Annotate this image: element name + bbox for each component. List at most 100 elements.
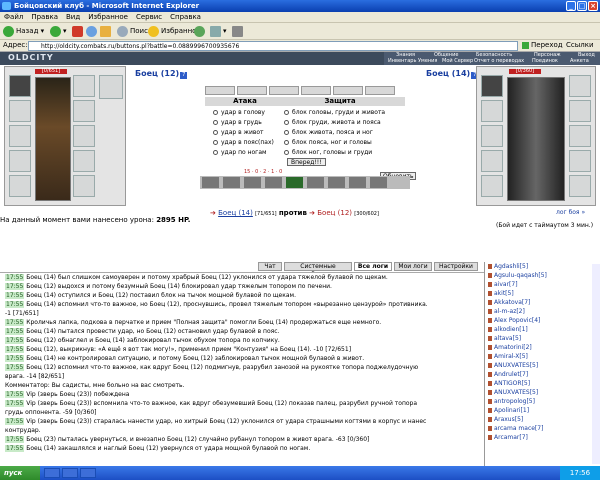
taskbar-app-icon[interactable]	[44, 468, 60, 478]
right-helmet-slot[interactable]	[481, 75, 503, 97]
spell-tab-2[interactable]	[237, 86, 267, 95]
address-input[interactable]: http://oldcity.combats.ru/buttons.pl?bat…	[28, 41, 518, 51]
user-name[interactable]: Agdashli[5]	[494, 263, 528, 270]
right-ring-slot[interactable]	[569, 100, 591, 122]
right-gloves-slot[interactable]	[569, 125, 591, 147]
minimize-button[interactable]: _	[566, 1, 576, 11]
nav-inventory[interactable]: Инвентарь	[388, 58, 416, 64]
media-button[interactable]	[194, 25, 207, 38]
mail-button[interactable]: ▾	[210, 25, 227, 38]
user-name[interactable]: Andrulet[7]	[494, 371, 528, 378]
skill-icon[interactable]	[370, 177, 387, 188]
user-name[interactable]: ANUXVATES[5]	[494, 389, 538, 396]
skill-icon[interactable]	[349, 177, 366, 188]
right-earring-slot[interactable]	[569, 75, 591, 97]
user-list-item[interactable]: Agdashli[5]	[485, 262, 600, 271]
user-list-item[interactable]: Akkatova[7]	[485, 298, 600, 307]
gloves-slot[interactable]	[73, 125, 95, 147]
skill-icon[interactable]	[244, 177, 261, 188]
favorites-button[interactable]: Избранное	[148, 25, 201, 38]
menu-view[interactable]: Вид	[62, 12, 84, 22]
defense-2-radio[interactable]: блок груди, живота и пояса	[284, 119, 381, 127]
spell-tab-1[interactable]	[205, 86, 235, 95]
right-boots-slot[interactable]	[569, 175, 591, 197]
user-list-item[interactable]: ANUXVATES[5]	[485, 388, 600, 397]
user-list-item[interactable]: Amatorini[2]	[485, 343, 600, 352]
user-list-item[interactable]: akit[5]	[485, 289, 600, 298]
close-button[interactable]: ×	[588, 1, 598, 11]
nav-my-server[interactable]: Мой Сервер	[442, 58, 473, 64]
user-list-item[interactable]: Andrulet[7]	[485, 370, 600, 379]
right-weapon-slot[interactable]	[481, 125, 503, 147]
left-opponent-link[interactable]: Боец (14)	[218, 209, 253, 217]
user-name[interactable]: Arcamar[7]	[494, 434, 528, 441]
right-armor-slot[interactable]	[481, 150, 503, 172]
user-list-item[interactable]: ANTIGOR[5]	[485, 379, 600, 388]
user-name[interactable]: Alex Popovic[4]	[494, 317, 540, 324]
user-list-item[interactable]: Alex Popovic[4]	[485, 316, 600, 325]
tab-my-logs[interactable]: Мои логи	[394, 262, 432, 271]
user-name[interactable]: Akkatova[7]	[494, 299, 530, 306]
stop-button[interactable]	[72, 25, 85, 38]
skill-icon[interactable]	[265, 177, 282, 188]
attack-groin-radio[interactable]: удар в пояс(пах)	[213, 139, 274, 147]
user-list-item[interactable]: al-m-az[2]	[485, 307, 600, 316]
links-button[interactable]: Ссылки	[566, 41, 594, 49]
nav-transfers[interactable]: Отчет о переводах	[474, 58, 524, 64]
user-list-item[interactable]: arcama mace[7]	[485, 424, 600, 433]
attack-stomach-radio[interactable]: удар в живот	[213, 129, 264, 137]
skill-icon[interactable]	[202, 177, 219, 188]
right-player-name[interactable]: Боец (14) 7	[426, 69, 479, 79]
tab-all-logs[interactable]: Все логи	[354, 262, 392, 271]
forward-button[interactable]: Вперед!!!	[287, 158, 326, 166]
user-list-item[interactable]: antropolog[5]	[485, 397, 600, 406]
skill-icon[interactable]	[223, 177, 240, 188]
user-list-item[interactable]: alkodien[1]	[485, 325, 600, 334]
user-name[interactable]: aivar[7]	[494, 281, 518, 288]
user-name[interactable]: Agsulu-qaqash[5]	[494, 272, 547, 279]
skill-icon[interactable]	[286, 177, 303, 188]
user-name[interactable]: akit[5]	[494, 290, 514, 297]
user-name[interactable]: alkodien[1]	[494, 326, 528, 333]
shield-slot[interactable]	[73, 150, 95, 172]
pet-slot[interactable]	[99, 75, 123, 99]
user-list-scrollbar[interactable]	[592, 264, 600, 464]
right-opponent-link[interactable]: Боец (12)	[317, 209, 352, 217]
spell-tab-4[interactable]	[301, 86, 331, 95]
user-name[interactable]: Apolinari[1]	[494, 407, 529, 414]
user-name[interactable]: Amatorini[2]	[494, 344, 532, 351]
user-list-item[interactable]: altava[5]	[485, 334, 600, 343]
user-name[interactable]: ANUXVATES[5]	[494, 362, 538, 369]
print-button[interactable]	[232, 25, 245, 38]
user-list-item[interactable]: aivar[7]	[485, 280, 600, 289]
ring-slot[interactable]	[73, 100, 95, 122]
menu-tools[interactable]: Сервис	[132, 12, 166, 22]
user-name[interactable]: antropolog[5]	[494, 398, 535, 405]
helmet-slot[interactable]	[9, 75, 31, 97]
forward-button[interactable]: ▾	[50, 25, 67, 38]
menu-edit[interactable]: Правка	[27, 12, 62, 22]
user-name[interactable]: arcama mace[7]	[494, 425, 543, 432]
back-button[interactable]: Назад ▾	[3, 25, 44, 38]
nav-duel[interactable]: Поединок	[532, 58, 558, 64]
spell-tab-5[interactable]	[333, 86, 363, 95]
tab-chat[interactable]: Чат	[258, 262, 282, 271]
user-list-item[interactable]: ANUXVATES[5]	[485, 361, 600, 370]
defense-4-radio[interactable]: блок пояса, ног и головы	[284, 139, 372, 147]
nav-profile[interactable]: Анкета	[570, 58, 589, 64]
battle-log-link[interactable]: лог боя »	[556, 209, 585, 216]
user-name[interactable]: al-m-az[2]	[494, 308, 525, 315]
defense-5-radio[interactable]: блок ног, головы и груди	[284, 149, 372, 157]
user-name[interactable]: Amiral-X[5]	[494, 353, 528, 360]
menu-file[interactable]: Файл	[0, 12, 27, 22]
right-belt-slot[interactable]	[481, 175, 503, 197]
armor-slot[interactable]	[9, 150, 31, 172]
right-shield-slot[interactable]	[569, 150, 591, 172]
attack-legs-radio[interactable]: удар по ногам	[213, 149, 267, 157]
spell-tab-3[interactable]	[269, 86, 299, 95]
right-amulet-slot[interactable]	[481, 100, 503, 122]
user-list-item[interactable]: Agsulu-qaqash[5]	[485, 271, 600, 280]
maximize-button[interactable]: □	[577, 1, 587, 11]
spell-tab-6[interactable]	[365, 86, 395, 95]
weapon-slot[interactable]	[9, 125, 31, 147]
